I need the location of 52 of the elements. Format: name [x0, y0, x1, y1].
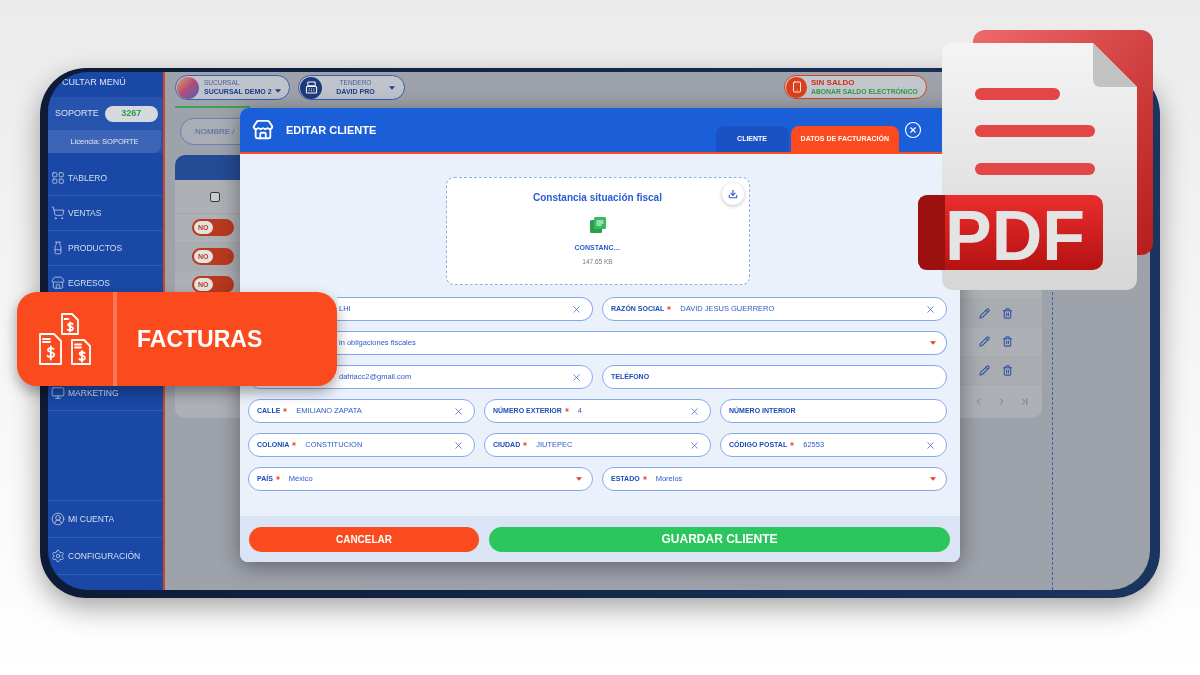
avatar-placeholder — [177, 76, 199, 99]
clear-icon[interactable] — [689, 405, 700, 417]
download-button[interactable] — [721, 183, 744, 205]
user-name: SOPORTE — [55, 106, 99, 120]
sidebar-item[interactable]: PRODUCTOS — [51, 241, 123, 255]
bottle-icon — [51, 241, 65, 255]
upload-title: Constancia situación fiscal — [533, 191, 662, 205]
trash-icon[interactable] — [1002, 336, 1013, 348]
sidebar-item[interactable]: VENTAS — [51, 206, 102, 220]
sidebar-item[interactable]: CONFIGURACIÓN — [51, 549, 141, 563]
clear-icon[interactable] — [689, 439, 700, 451]
caret-icon — [576, 477, 582, 481]
cash-register-icon — [300, 76, 322, 99]
caret-icon — [930, 477, 936, 481]
menu-toggle[interactable]: CULTAR MENÚ — [48, 72, 163, 94]
clear-icon[interactable] — [453, 405, 464, 417]
checkbox[interactable] — [210, 191, 220, 202]
caret-icon — [389, 85, 395, 90]
clear-icon[interactable] — [571, 303, 582, 315]
clear-icon[interactable] — [453, 439, 464, 451]
pencil-icon[interactable] — [979, 364, 990, 376]
caret-icon — [274, 89, 281, 94]
user-icon — [51, 512, 65, 526]
file-type-label: PDF — [945, 201, 1085, 271]
cancel-button[interactable]: CANCELAR — [249, 526, 479, 552]
phone-icon — [786, 76, 807, 98]
pencil-icon[interactable] — [979, 336, 990, 348]
sidebar-item[interactable]: EGRESOS — [51, 276, 111, 290]
clear-icon[interactable] — [925, 303, 936, 315]
banner-title: FACTURAS — [137, 324, 263, 354]
store-icon — [252, 119, 274, 141]
sidebar-item[interactable]: TABLERO — [51, 171, 108, 185]
store-icon — [51, 276, 65, 290]
pencil-icon[interactable] — [979, 307, 990, 319]
caret-icon — [930, 341, 936, 345]
grid-icon — [51, 171, 65, 185]
sidebar-item[interactable]: MI CUENTA — [51, 512, 115, 526]
count-badge: 3267 — [104, 105, 158, 122]
trash-icon[interactable] — [1002, 307, 1013, 319]
invoice-documents-icon — [39, 313, 91, 365]
balance-status: SIN SALDO — [811, 78, 856, 87]
sidebar-item[interactable]: MARKETING — [51, 386, 119, 400]
settings-icon — [51, 549, 65, 563]
trash-icon[interactable] — [1002, 364, 1013, 376]
clear-icon[interactable] — [571, 371, 582, 383]
monitor-icon — [51, 386, 65, 400]
modal-title: EDITAR CLIENTE — [286, 122, 377, 138]
clear-icon[interactable] — [925, 439, 936, 451]
cart-icon — [51, 206, 65, 220]
download-icon — [727, 189, 738, 199]
document-icon — [589, 217, 606, 233]
close-icon[interactable] — [904, 121, 922, 139]
